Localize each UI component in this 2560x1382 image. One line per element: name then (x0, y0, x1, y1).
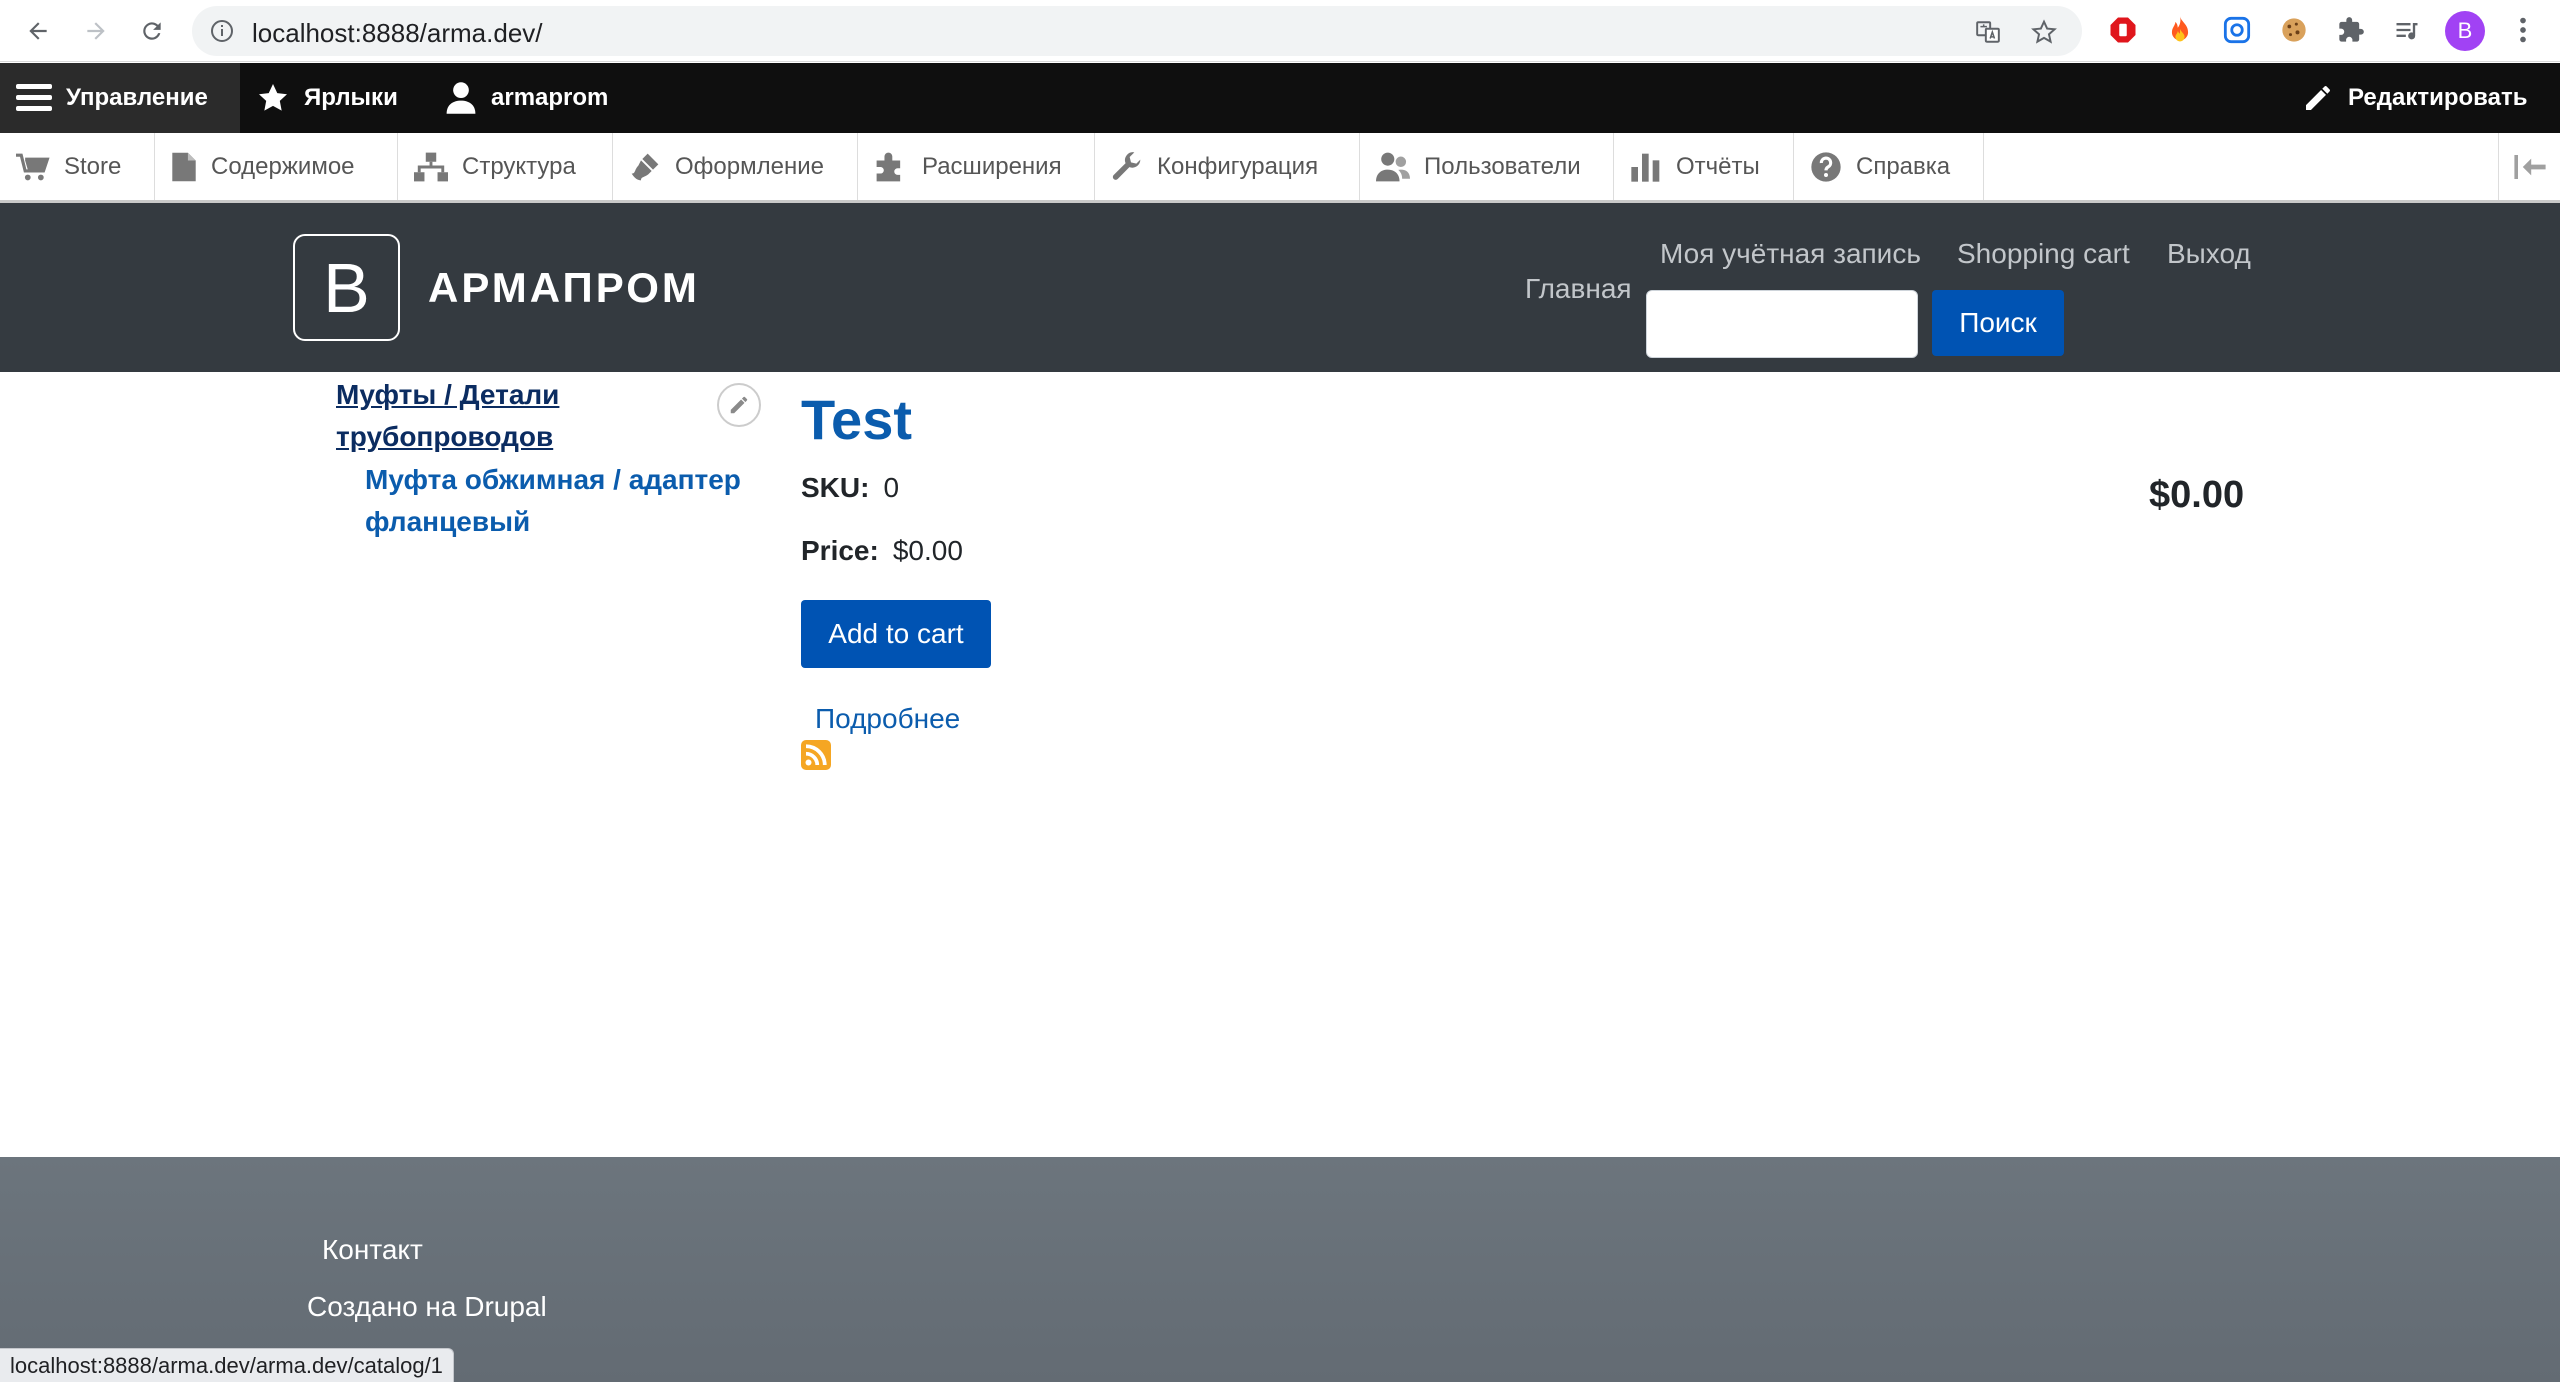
site-info-icon[interactable] (210, 19, 234, 43)
account-nav-my-account[interactable]: Моя учётная запись (1660, 238, 1921, 270)
bookmark-star-icon[interactable] (2030, 18, 2058, 46)
reload-button[interactable] (134, 13, 170, 49)
sku-field: SKU: 0 (801, 472, 899, 504)
fire-extension-icon[interactable] (2163, 13, 2197, 47)
pencil-icon (730, 396, 748, 414)
price-value: $0.00 (892, 535, 963, 566)
toolbar-shortcuts-label: Ярлыки (304, 84, 398, 111)
tray-label-content: Содержимое (211, 152, 355, 180)
arrow-left-icon (29, 22, 47, 40)
tray-label-people: Пользователи (1424, 152, 1581, 180)
price-field: Price: $0.00 (801, 535, 963, 567)
toolbar-manage[interactable]: Управление (0, 63, 240, 133)
cookie-extension-icon[interactable] (2277, 13, 2311, 47)
catalog-parent-link[interactable]: Муфты / Детали трубопроводов (336, 374, 686, 458)
toolbar-edit-label: Редактировать (2348, 84, 2528, 111)
address-bar[interactable]: localhost:8888/arma.dev/ (192, 6, 2082, 56)
hamburger-icon (16, 84, 52, 111)
pencil-icon (2306, 86, 2330, 110)
browser-menu-icon[interactable] (2506, 13, 2540, 47)
tray-item-store[interactable]: Store (0, 133, 155, 200)
read-more-link[interactable]: Подробнее (815, 703, 960, 735)
tray-item-people[interactable]: Пользователи (1360, 133, 1614, 200)
adblock-extension-icon[interactable] (2106, 13, 2140, 47)
tray-label-store: Store (64, 152, 122, 180)
collapse-left-icon (2513, 154, 2546, 179)
tray-label-reports: Отчёты (1676, 152, 1760, 180)
sku-value: 0 (883, 472, 900, 503)
tray-label-config: Конфигурация (1157, 152, 1319, 180)
puzzle-icon (876, 152, 901, 181)
toolbar-user[interactable]: armaprom (445, 63, 608, 133)
browser-chrome: localhost:8888/arma.dev/ B (0, 0, 2560, 62)
tray-item-extend[interactable]: Расширения (858, 133, 1095, 200)
sitemap-icon (414, 152, 448, 181)
tray-item-config[interactable]: Конфигурация (1095, 133, 1360, 200)
help-icon (1811, 151, 1841, 182)
toolbar-edit[interactable]: Редактировать (2302, 63, 2527, 133)
translate-icon[interactable] (1974, 18, 2002, 46)
user-icon (446, 82, 476, 114)
rss-feed-icon[interactable] (801, 740, 831, 770)
toolbar-user-label: armaprom (491, 84, 609, 111)
tray-orientation-toggle[interactable] (2498, 133, 2560, 200)
tray-item-appearance[interactable]: Оформление (613, 133, 858, 200)
wrench-icon (1112, 151, 1141, 180)
tray-label-appearance: Оформление (675, 152, 824, 180)
address-url[interactable]: localhost:8888/arma.dev/ (252, 18, 543, 49)
users-icon (1376, 152, 1410, 181)
arrow-right-icon (87, 22, 105, 40)
tray-item-reports[interactable]: Отчёты (1614, 133, 1794, 200)
profile-avatar[interactable]: B (2445, 11, 2485, 51)
search-input[interactable] (1646, 290, 1918, 358)
footer-contact-link[interactable]: Контакт (322, 1234, 423, 1266)
toolbar-manage-label: Управление (66, 84, 208, 111)
price-label: Price: (801, 535, 879, 566)
catalog-child-link[interactable]: Муфта обжимная / адаптер фланцевый (365, 459, 765, 543)
tray-label-help: Справка (1856, 152, 1951, 180)
extensions-puzzle-icon[interactable] (2334, 13, 2368, 47)
star-icon (259, 84, 287, 111)
back-button[interactable] (20, 13, 56, 49)
search-button[interactable]: Поиск (1932, 290, 2064, 356)
add-to-cart-button[interactable]: Add to cart (801, 600, 991, 668)
sku-label: SKU: (801, 472, 870, 503)
paintbrush-icon (631, 153, 659, 180)
bar-chart-icon (1631, 153, 1660, 182)
admin-toolbar: Управление Ярлыки armaprom Редактировать (0, 63, 2560, 133)
block-edit-button[interactable] (717, 383, 761, 427)
site-logo[interactable]: B (293, 234, 400, 341)
account-nav-shopping-cart[interactable]: Shopping cart (1957, 238, 2130, 270)
site-name[interactable]: АРМАПРОМ (428, 264, 700, 312)
toolbar-shortcuts[interactable]: Ярлыки (256, 63, 398, 133)
lens-extension-icon[interactable] (2220, 13, 2254, 47)
forward-button[interactable] (78, 13, 114, 49)
cart-total-price: $0.00 (2149, 474, 2245, 516)
account-nav-logout[interactable]: Выход (2167, 238, 2251, 270)
tray-item-help[interactable]: Справка (1794, 133, 1984, 200)
reload-icon (143, 22, 161, 40)
footer-powered-by[interactable]: Создано на Drupal (307, 1291, 547, 1323)
cart-icon (16, 153, 50, 180)
tray-label-structure: Структура (462, 152, 576, 180)
product-title[interactable]: Test (801, 387, 912, 452)
tray-item-content[interactable]: Содержимое (155, 133, 398, 200)
tray-item-structure[interactable]: Структура (398, 133, 613, 200)
document-icon (172, 152, 196, 181)
browser-status-bar: localhost:8888/arma.dev/arma.dev/catalog… (0, 1348, 454, 1382)
tray-label-extend: Расширения (922, 152, 1062, 180)
admin-toolbar-tray: Store Содержимое Структура Оформление Ра… (0, 133, 2560, 203)
media-queue-icon[interactable] (2390, 13, 2424, 47)
main-nav-home[interactable]: Главная (1525, 273, 1632, 305)
